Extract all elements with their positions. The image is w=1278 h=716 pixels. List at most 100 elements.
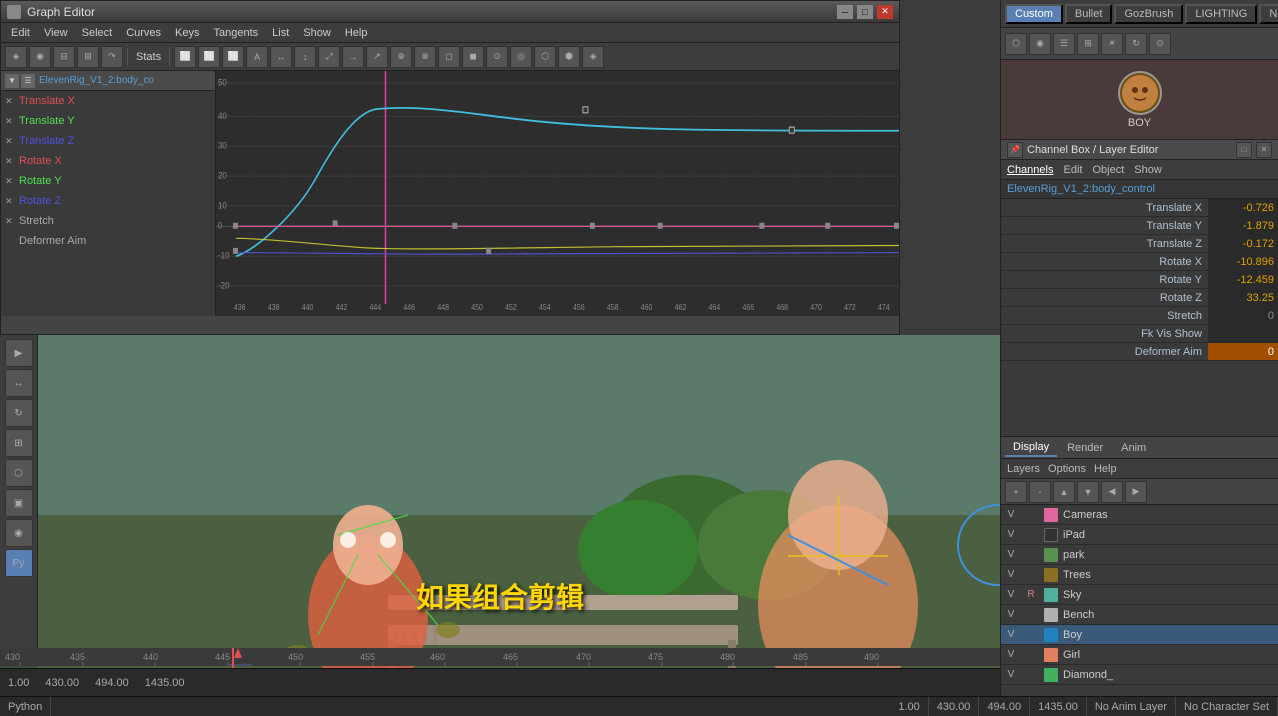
ltab-anim[interactable]: Anim (1113, 440, 1154, 456)
tb-btn-8[interactable]: A (246, 46, 268, 68)
layer-up-btn[interactable]: ▲ (1053, 481, 1075, 503)
tb-btn-19[interactable]: ◎ (510, 46, 532, 68)
layer-del-btn[interactable]: - (1029, 481, 1051, 503)
minimize-button[interactable]: ─ (837, 5, 853, 19)
layer-v-diamond[interactable]: V (1001, 669, 1021, 680)
rt-btn-show[interactable]: ☰ (1053, 33, 1075, 55)
menu-keys[interactable]: Keys (169, 26, 205, 40)
layer-r-sky[interactable]: R (1021, 589, 1041, 600)
layer-row-diamond[interactable]: V Diamond_ (1001, 665, 1278, 685)
menu-help[interactable]: Help (339, 26, 374, 40)
rtab-nurbs[interactable]: NURBS (1259, 4, 1278, 24)
attr-value-fkvis[interactable] (1208, 325, 1278, 342)
tb-btn-4[interactable]: ⊞ (77, 46, 99, 68)
menu-list[interactable]: List (266, 26, 295, 40)
cb-tab-channels[interactable]: Channels (1007, 164, 1053, 176)
tb-btn-2[interactable]: ◉ (29, 46, 51, 68)
attr-value-ry[interactable]: -12.459 (1208, 271, 1278, 288)
layer-v-park[interactable]: V (1001, 549, 1021, 560)
ch-rx-toggle[interactable]: ✕ (5, 156, 15, 166)
rt-btn-light[interactable]: ☀ (1101, 33, 1123, 55)
layer-v-ipad[interactable]: V (1001, 529, 1021, 540)
close-button[interactable]: ✕ (877, 5, 893, 19)
ch-tz-toggle[interactable]: ✕ (5, 136, 15, 146)
layers-opt-options[interactable]: Options (1048, 463, 1086, 475)
curve-view[interactable]: 50 40 30 20 10 0 -10 -20 436 438 440 442… (216, 71, 899, 316)
tb-btn-17[interactable]: ◼ (462, 46, 484, 68)
cb-expand-btn[interactable]: □ (1236, 142, 1252, 158)
menu-select[interactable]: Select (76, 26, 119, 40)
attr-value-tz[interactable]: -0.172 (1208, 235, 1278, 252)
tb-btn-3[interactable]: ⊟ (53, 46, 75, 68)
tb-btn-14[interactable]: ⊕ (390, 46, 412, 68)
menu-show[interactable]: Show (297, 26, 337, 40)
tb-btn-20[interactable]: ⬡ (534, 46, 556, 68)
rt-btn-cam[interactable]: ⬡ (1005, 33, 1027, 55)
layer-add-btn[interactable]: + (1005, 481, 1027, 503)
layers-opt-layers[interactable]: Layers (1007, 463, 1040, 475)
channel-item-stretch[interactable]: ✕ Stretch (1, 211, 215, 231)
cb-tab-object[interactable]: Object (1092, 164, 1124, 176)
channel-item-ty[interactable]: ✕ Translate Y (1, 111, 215, 131)
cb-tab-show[interactable]: Show (1134, 164, 1162, 176)
channel-item-deformer[interactable]: Deformer Aim (1, 231, 215, 251)
lv-python-btn[interactable]: Py (5, 549, 33, 577)
tb-btn-15[interactable]: ⊗ (414, 46, 436, 68)
ch-ry-toggle[interactable]: ✕ (5, 176, 15, 186)
lv-move-btn[interactable]: ↔ (5, 369, 33, 397)
ltab-render[interactable]: Render (1059, 440, 1111, 456)
attr-value-rx[interactable]: -10.896 (1208, 253, 1278, 270)
ch-collapse-icon[interactable]: ▼ (5, 74, 19, 88)
tb-btn-13[interactable]: ↗ (366, 46, 388, 68)
layer-v-bench[interactable]: V (1001, 609, 1021, 620)
layers-opt-help[interactable]: Help (1094, 463, 1117, 475)
rt-btn-reset[interactable]: ⊙ (1149, 33, 1171, 55)
lv-select-btn[interactable]: ▶ (5, 339, 33, 367)
tb-btn-16[interactable]: ◻ (438, 46, 460, 68)
tb-btn-10[interactable]: ↕ (294, 46, 316, 68)
maximize-button[interactable]: □ (857, 5, 873, 19)
rt-btn-rotate[interactable]: ↻ (1125, 33, 1147, 55)
lv-scale-btn[interactable]: ⊞ (5, 429, 33, 457)
lv-sculpt-btn[interactable]: ◉ (5, 519, 33, 547)
rtab-gozbrush[interactable]: GozBrush (1114, 4, 1183, 24)
lv-paint-btn[interactable]: ▣ (5, 489, 33, 517)
layer-row-girl[interactable]: V Girl (1001, 645, 1278, 665)
channel-item-tx[interactable]: ✕ Translate X (1, 91, 215, 111)
ch-rz-toggle[interactable]: ✕ (5, 196, 15, 206)
layer-row-sky[interactable]: V R Sky (1001, 585, 1278, 605)
tb-btn-11[interactable]: ⤢ (318, 46, 340, 68)
tb-btn-6[interactable]: ⬜ (198, 46, 220, 68)
ch-ty-toggle[interactable]: ✕ (5, 116, 15, 126)
channel-item-rx[interactable]: ✕ Rotate X (1, 151, 215, 171)
tb-btn-7[interactable]: ⬜ (222, 46, 244, 68)
attr-value-ty[interactable]: -1.879 (1208, 217, 1278, 234)
layer-v-trees[interactable]: V (1001, 569, 1021, 580)
channel-item-rz[interactable]: ✕ Rotate Z (1, 191, 215, 211)
tb-frame-btn[interactable]: ⬜ (174, 46, 196, 68)
layer-dn-btn[interactable]: ▼ (1077, 481, 1099, 503)
layer-next-btn[interactable]: ▶ (1125, 481, 1147, 503)
ch-stretch-toggle[interactable]: ✕ (5, 216, 15, 226)
cb-close-btn[interactable]: ✕ (1256, 142, 1272, 158)
tb-btn-18[interactable]: ⊙ (486, 46, 508, 68)
channel-item-tz[interactable]: ✕ Translate Z (1, 131, 215, 151)
layer-row-ipad[interactable]: V iPad (1001, 525, 1278, 545)
attr-value-rz[interactable]: 33.25 (1208, 289, 1278, 306)
ltab-display[interactable]: Display (1005, 439, 1057, 457)
layer-row-trees[interactable]: V Trees (1001, 565, 1278, 585)
lv-rotate-btn[interactable]: ↻ (5, 399, 33, 427)
attr-value-tx[interactable]: -0.726 (1208, 199, 1278, 216)
menu-curves[interactable]: Curves (120, 26, 167, 40)
tb-btn-1[interactable]: ◈ (5, 46, 27, 68)
menu-edit[interactable]: Edit (5, 26, 36, 40)
layer-v-sky[interactable]: V (1001, 589, 1021, 600)
rtab-custom[interactable]: Custom (1005, 4, 1063, 24)
attr-value-stretch[interactable]: 0 (1208, 307, 1278, 324)
attr-value-deformer[interactable]: 0 (1208, 343, 1278, 360)
ch-deformer-toggle[interactable] (5, 236, 15, 246)
tb-btn-5[interactable]: ↷ (101, 46, 123, 68)
layer-row-park[interactable]: V park (1001, 545, 1278, 565)
ch-list-icon[interactable]: ☰ (21, 74, 35, 88)
channel-item-ry[interactable]: ✕ Rotate Y (1, 171, 215, 191)
